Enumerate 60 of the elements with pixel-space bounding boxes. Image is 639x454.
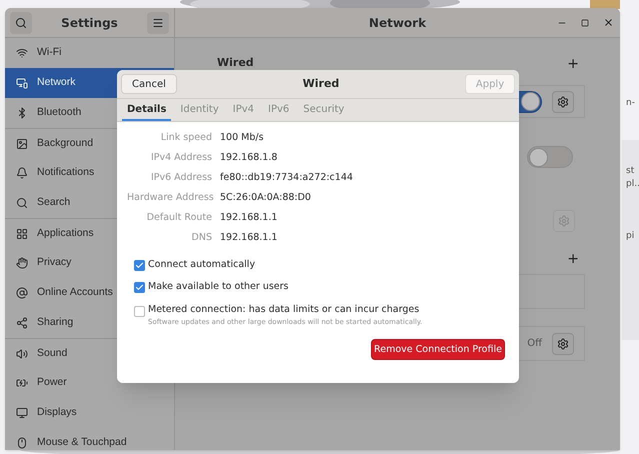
monitor-icon <box>16 407 28 419</box>
add-button[interactable]: + <box>567 57 579 71</box>
checkbox-label: Metered connection: has data limits or can incur charges <box>148 302 420 316</box>
checkbox-label: Make available to other users <box>148 280 289 294</box>
share-icon <box>16 317 28 329</box>
detail-value: 192.168.1.8 <box>220 150 278 165</box>
checkbox-label: Connect automatically <box>148 258 256 272</box>
detail-value: fe80::db19:7734:a272:c144 <box>220 170 353 185</box>
check-icon <box>135 282 144 292</box>
sidebar-item[interactable]: Power <box>5 368 174 398</box>
network-icon <box>16 77 28 89</box>
toggle-switch[interactable] <box>527 146 573 168</box>
check-icon <box>135 260 144 270</box>
desktop-icon-label: st <box>626 167 634 176</box>
settings-button[interactable] <box>552 90 574 112</box>
image-icon <box>16 138 28 150</box>
hand-icon <box>16 257 28 269</box>
section-heading: Wired <box>217 54 254 70</box>
add-button[interactable]: + <box>567 252 579 266</box>
detail-label: Hardware Address <box>127 190 212 205</box>
status-text: Off <box>527 337 542 351</box>
settings-icon <box>557 338 569 350</box>
mouse-icon <box>16 437 28 449</box>
detail-label: DNS <box>190 230 212 245</box>
desktop-icon-label: pl.. <box>626 180 639 189</box>
settings-icon <box>558 215 570 227</box>
dialog-title: Wired <box>302 76 340 92</box>
desktop-icon-label: n- <box>626 99 635 108</box>
bluetooth-icon <box>16 107 28 119</box>
grid-icon <box>16 228 28 240</box>
checkbox[interactable] <box>134 282 145 293</box>
close-icon[interactable] <box>603 17 614 28</box>
remove-button[interactable]: Remove Connection Profile <box>371 339 505 360</box>
search-icon <box>15 16 27 28</box>
menu-icon <box>152 16 164 28</box>
sidebar-item[interactable]: Displays <box>5 398 174 428</box>
sidebar-item[interactable]: Wi-Fi <box>5 38 174 68</box>
tab[interactable]: Details <box>122 99 172 121</box>
bell-icon <box>16 167 28 179</box>
at-sign-icon <box>16 287 28 299</box>
detail-value: 192.168.1.1 <box>220 230 278 245</box>
checkbox[interactable] <box>134 260 145 271</box>
detail-value: 5C:26:0A:0A:88:D0 <box>220 190 311 205</box>
checkbox[interactable] <box>134 306 145 316</box>
battery-icon <box>16 377 28 389</box>
detail-value: 192.168.1.1 <box>220 210 278 225</box>
search-icon <box>16 197 28 209</box>
cancel-button[interactable]: Cancel <box>121 74 177 94</box>
settings-button[interactable] <box>552 332 574 354</box>
settings-icon <box>557 96 569 108</box>
detail-label: IPv6 Address <box>150 170 212 185</box>
sidebar-item[interactable]: Mouse & Touchpad <box>5 428 174 450</box>
window-title: Network <box>368 14 426 32</box>
search-button[interactable] <box>10 12 32 34</box>
speaker-icon <box>16 348 28 360</box>
maximize-icon[interactable] <box>581 18 589 26</box>
desktop-icon-label: pi <box>626 232 634 241</box>
window-title: Settings <box>61 14 118 32</box>
menu-button[interactable] <box>147 12 169 34</box>
detail-value: 100 Mb/s <box>220 130 264 145</box>
